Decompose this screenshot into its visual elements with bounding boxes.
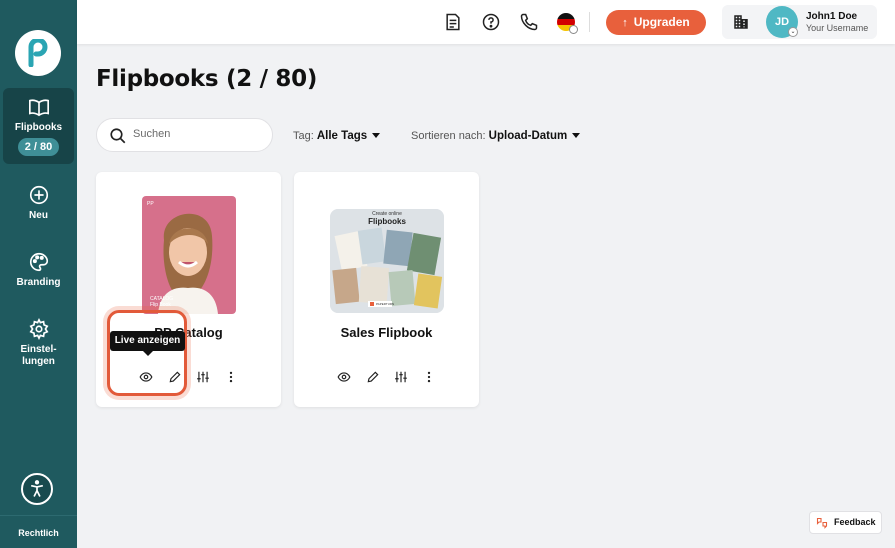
feedback-icon: [816, 517, 828, 529]
sidebar-item-settings[interactable]: Einstel- lungen: [3, 318, 74, 368]
sidebar-item-label: Branding: [16, 277, 61, 288]
gear-icon: [29, 318, 48, 340]
accessibility-button[interactable]: [21, 473, 53, 505]
caret-down-icon: [372, 133, 381, 138]
sidebar-item-new[interactable]: Neu: [3, 184, 74, 221]
document-icon[interactable]: [443, 12, 463, 32]
sidebar-item-label-2: lungen: [22, 356, 55, 367]
user-username: Your Username: [806, 23, 869, 33]
sidebar-item-label: Flipbooks: [14, 122, 63, 133]
edit-icon[interactable]: [366, 370, 380, 384]
more-vertical-icon[interactable]: [422, 370, 436, 384]
phone-icon[interactable]: [519, 12, 539, 32]
sort-label: Sortieren nach:: [411, 130, 486, 142]
sort-value: Upload-Datum: [488, 130, 568, 142]
top-bar: ↑ Upgraden JD ⌄ John1 Doe Your Username: [77, 0, 895, 44]
search-box[interactable]: [96, 118, 273, 152]
cover-text: CATALOG Flip Book: [150, 296, 174, 308]
arrow-up-icon: ↑: [622, 17, 628, 29]
upgrade-button[interactable]: ↑ Upgraden: [606, 10, 706, 35]
plus-circle-icon: [29, 185, 48, 205]
eye-icon[interactable]: [337, 370, 351, 384]
chevron-down-icon: ⌄: [788, 27, 798, 37]
sidebar-item-label: Neu: [29, 210, 48, 221]
search-icon: [110, 128, 126, 144]
palette-icon: [29, 252, 48, 272]
tooltip-arrow: [143, 351, 153, 356]
settings-sliders-icon[interactable]: [394, 370, 408, 384]
legal-link[interactable]: Rechtlich: [0, 528, 77, 538]
topbar-divider: [589, 12, 590, 32]
sidebar-item-label-1: Einstel-: [20, 344, 57, 355]
book-icon: [28, 99, 49, 117]
cover-text: PAPERTURN: [376, 302, 395, 306]
app-logo[interactable]: [15, 30, 61, 76]
cover-text: PP: [147, 201, 154, 207]
cover-text: Flipbooks: [368, 217, 406, 226]
flipbook-cover-image[interactable]: PP CATALOG Flip Book: [142, 196, 236, 314]
building-icon[interactable]: [732, 13, 750, 31]
account-menu[interactable]: JD ⌄ John1 Doe Your Username: [722, 5, 877, 39]
sort-dropdown[interactable]: Sortieren nach: Upload-Datum: [411, 130, 581, 142]
flipbook-cover-image[interactable]: Create online Flipbooks PAPERTURN: [330, 209, 444, 313]
flipbook-card[interactable]: Create online Flipbooks PAPERTURN Sales …: [294, 172, 479, 407]
page-title: Flipbooks (2 / 80): [96, 66, 318, 92]
sidebar: Flipbooks 2 / 80 Neu Branding Einstel- l…: [0, 0, 77, 548]
feedback-label: Feedback: [834, 517, 876, 527]
tag-filter[interactable]: Tag: Alle Tags: [293, 130, 381, 142]
caret-down-icon: [572, 133, 581, 138]
settings-sliders-icon[interactable]: [196, 370, 210, 384]
help-icon[interactable]: [481, 12, 501, 32]
sidebar-item-branding[interactable]: Branding: [3, 251, 74, 288]
sidebar-item-flipbooks[interactable]: Flipbooks 2 / 80: [3, 88, 74, 164]
user-name: John1 Doe: [806, 11, 858, 22]
flipbook-count-badge: 2 / 80: [17, 138, 60, 156]
sidebar-divider: [0, 515, 77, 516]
flipbook-title[interactable]: Sales Flipbook: [294, 325, 479, 340]
accessibility-icon: [30, 480, 44, 497]
upgrade-label: Upgraden: [633, 15, 690, 29]
more-vertical-icon[interactable]: [224, 370, 238, 384]
tag-filter-label: Tag:: [293, 130, 314, 142]
tag-filter-value: Alle Tags: [316, 130, 368, 142]
feedback-button[interactable]: Feedback: [809, 511, 882, 534]
search-input[interactable]: [133, 128, 263, 140]
live-view-tooltip: Live anzeigen: [110, 331, 185, 351]
chevron-down-icon: [569, 25, 578, 34]
